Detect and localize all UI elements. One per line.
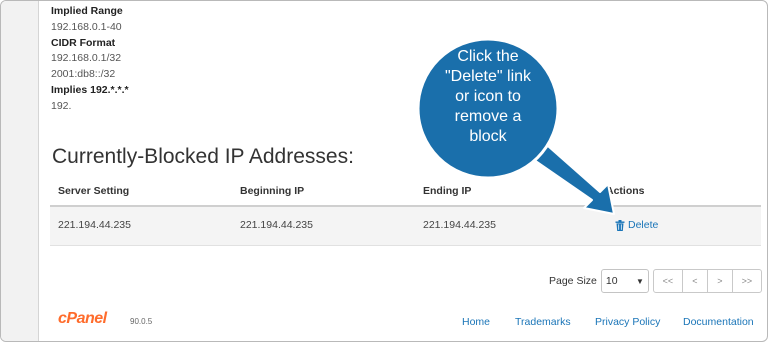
page-title: Currently-Blocked IP Addresses: bbox=[52, 145, 354, 168]
cpanel-logo[interactable]: cPanel bbox=[58, 310, 107, 328]
example-value: 192.168.0.1/32 bbox=[51, 52, 122, 65]
callout-line: "Delete" link bbox=[444, 68, 532, 85]
callout-line: block bbox=[469, 128, 507, 145]
version-number: 90.0.5 bbox=[130, 317, 153, 326]
footer: cPanel 90.0.5 Home Trademarks Privacy Po… bbox=[38, 306, 767, 341]
page-size-label: Page Size bbox=[549, 275, 597, 287]
pagination: Page Size 10 ▼ << < > >> bbox=[549, 269, 762, 293]
column-header-actions: Actions bbox=[606, 185, 645, 197]
last-page-button[interactable]: >> bbox=[731, 269, 762, 293]
example-label: Implies 192.*.*.* bbox=[51, 83, 129, 96]
left-sidebar bbox=[1, 1, 39, 341]
page-size-select[interactable]: 10 ▼ bbox=[600, 269, 649, 293]
chevron-down-icon: ▼ bbox=[635, 276, 644, 286]
cpanel-window: Implied Range 192.168.0.1-40 CIDR Format… bbox=[0, 0, 768, 342]
cell-ending-ip: 221.194.44.235 bbox=[423, 219, 496, 231]
table-header: Server Setting Beginning IP Ending IP Ac… bbox=[50, 179, 761, 207]
example-label: Implied Range bbox=[51, 5, 123, 17]
example-value: 2001:db8::/32 bbox=[51, 68, 116, 81]
blocked-ip-table: Server Setting Beginning IP Ending IP Ac… bbox=[50, 179, 761, 246]
table-row: 221.194.44.235 221.194.44.235 221.194.44… bbox=[50, 207, 761, 246]
previous-page-button[interactable]: < bbox=[681, 269, 708, 293]
delete-link[interactable]: Delete bbox=[615, 219, 658, 231]
pagination-buttons: << < > >> bbox=[652, 269, 762, 293]
delete-label[interactable]: Delete bbox=[628, 219, 658, 231]
callout-bubble: Click the "Delete" link or icon to remov… bbox=[416, 37, 560, 180]
next-page-button[interactable]: > bbox=[706, 269, 733, 293]
column-header-beginning-ip[interactable]: Beginning IP bbox=[240, 185, 304, 197]
callout-line: remove a bbox=[454, 108, 522, 125]
ip-format-examples: Implied Range 192.168.0.1-40 CIDR Format… bbox=[51, 4, 129, 115]
footer-link-privacy-policy[interactable]: Privacy Policy bbox=[595, 316, 660, 328]
example-value: 192. bbox=[51, 99, 72, 112]
page-size-value: 10 bbox=[605, 275, 618, 287]
callout-line: Click the bbox=[457, 48, 519, 65]
first-page-button[interactable]: << bbox=[652, 269, 683, 293]
column-header-ending-ip[interactable]: Ending IP bbox=[423, 185, 471, 197]
footer-link-home[interactable]: Home bbox=[462, 316, 490, 328]
cell-beginning-ip: 221.194.44.235 bbox=[240, 219, 313, 231]
column-header-server-setting[interactable]: Server Setting bbox=[58, 185, 129, 197]
footer-link-documentation[interactable]: Documentation bbox=[683, 316, 754, 328]
example-label: CIDR Format bbox=[51, 36, 116, 49]
callout-text: Click the "Delete" link or icon to remov… bbox=[416, 47, 560, 147]
trash-icon[interactable] bbox=[615, 219, 625, 231]
callout-line: or icon to bbox=[455, 88, 521, 105]
example-value: 192.168.0.1-40 bbox=[51, 20, 122, 33]
footer-link-trademarks[interactable]: Trademarks bbox=[515, 316, 571, 328]
cell-server-setting: 221.194.44.235 bbox=[58, 219, 131, 231]
